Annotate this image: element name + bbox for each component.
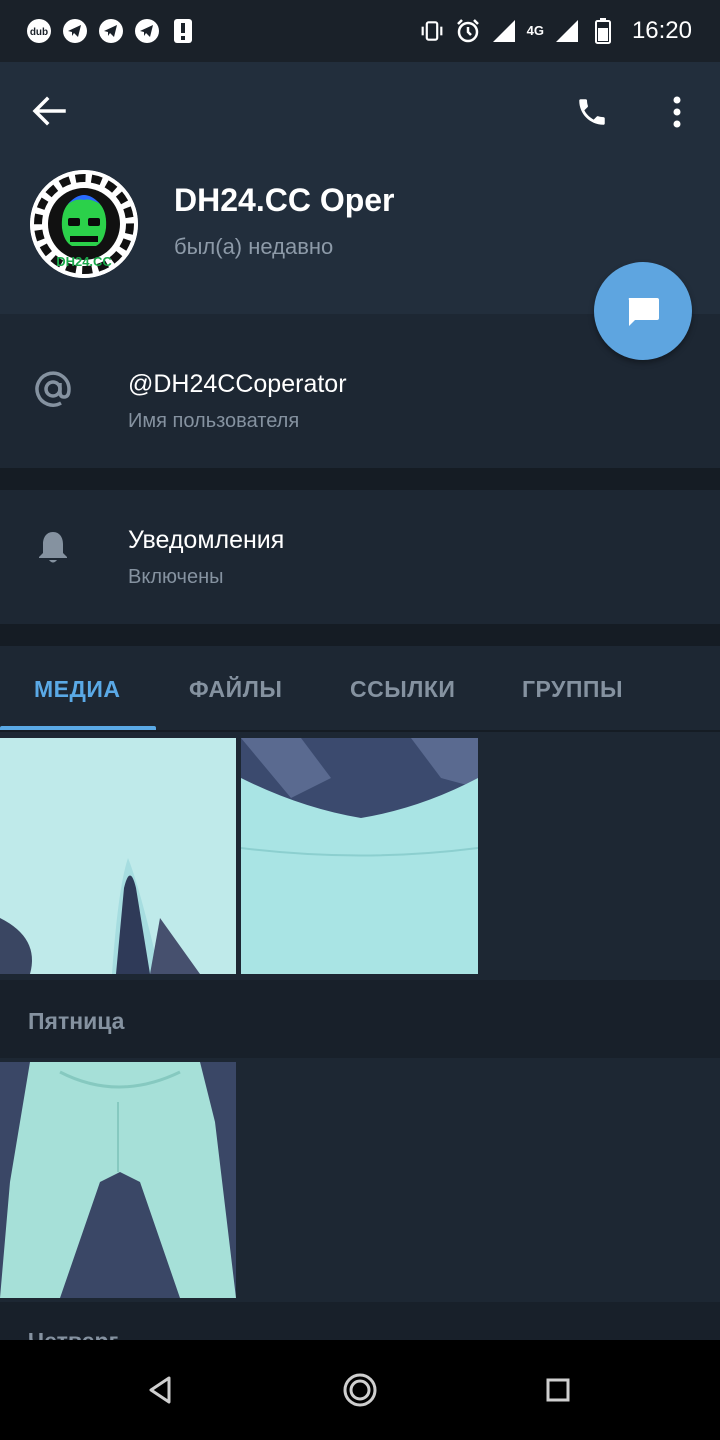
send-message-button[interactable] xyxy=(594,262,692,360)
svg-text:dub: dub xyxy=(30,27,48,38)
system-icons: 4G 16:20 xyxy=(419,17,692,45)
system-navigation-bar xyxy=(0,1340,720,1440)
notifications-row[interactable]: Уведомления Включены xyxy=(0,490,720,624)
dub-icon: dub xyxy=(26,18,52,44)
more-vertical-icon xyxy=(673,96,681,128)
tab-links[interactable]: ССЫЛКИ xyxy=(350,676,455,703)
signal-icon xyxy=(554,18,580,44)
arrow-left-icon xyxy=(32,96,66,126)
tab-groups[interactable]: ГРУППЫ xyxy=(522,676,623,703)
last-seen-status: был(а) недавно xyxy=(174,234,334,259)
status-bar: dub 4G 16:20 xyxy=(0,0,720,62)
nav-recents-button[interactable] xyxy=(538,1370,578,1410)
telegram-icon xyxy=(62,18,88,44)
at-sign-icon xyxy=(30,366,76,412)
nav-back-button[interactable] xyxy=(140,1370,180,1410)
signal-icon xyxy=(491,18,517,44)
notifications-title: Уведомления xyxy=(128,526,285,554)
telegram-icon xyxy=(98,18,124,44)
circle-home-icon xyxy=(343,1373,377,1407)
triangle-back-icon xyxy=(149,1376,171,1404)
date-header: Четверг xyxy=(0,1302,720,1342)
vibrate-icon xyxy=(419,18,445,44)
call-button[interactable] xyxy=(570,90,614,134)
section-divider xyxy=(0,468,720,490)
date-header: Пятница xyxy=(0,980,720,1058)
section-divider xyxy=(0,624,720,646)
battery-icon xyxy=(590,18,616,44)
notification-icons: dub xyxy=(26,18,196,44)
square-recents-icon xyxy=(546,1378,570,1402)
skull-logo-icon: DH24.CC xyxy=(30,170,138,278)
avatar[interactable]: DH24.CC xyxy=(30,170,138,278)
notifications-status: Включены xyxy=(128,566,224,588)
username-label: Имя пользователя xyxy=(128,410,300,432)
bell-icon xyxy=(30,524,76,570)
date-label: Пятница xyxy=(28,1008,125,1034)
phone-icon xyxy=(579,99,605,125)
more-options-button[interactable] xyxy=(660,90,694,134)
chat-bubble-icon xyxy=(628,298,659,326)
clock: 16:20 xyxy=(631,17,692,44)
media-tabs: МЕДИА ФАЙЛЫ ССЫЛКИ ГРУППЫ xyxy=(0,646,720,732)
network-type: 4G xyxy=(526,23,544,38)
tab-files[interactable]: ФАЙЛЫ xyxy=(189,676,282,703)
media-thumbnail[interactable] xyxy=(0,738,236,974)
telegram-icon xyxy=(134,18,160,44)
media-thumbnail[interactable] xyxy=(241,738,478,974)
alert-icon xyxy=(170,18,196,44)
svg-text:DH24.CC: DH24.CC xyxy=(56,254,112,269)
active-tab-indicator xyxy=(0,726,156,730)
tab-media[interactable]: МЕДИА xyxy=(34,676,121,703)
username-value: @DH24CCoperator xyxy=(128,370,347,398)
alarm-icon xyxy=(455,18,481,44)
media-thumbnail[interactable] xyxy=(0,1062,236,1298)
nav-home-button[interactable] xyxy=(340,1370,380,1410)
back-button[interactable] xyxy=(28,90,70,132)
profile-name: DH24.CC Oper xyxy=(174,182,395,218)
